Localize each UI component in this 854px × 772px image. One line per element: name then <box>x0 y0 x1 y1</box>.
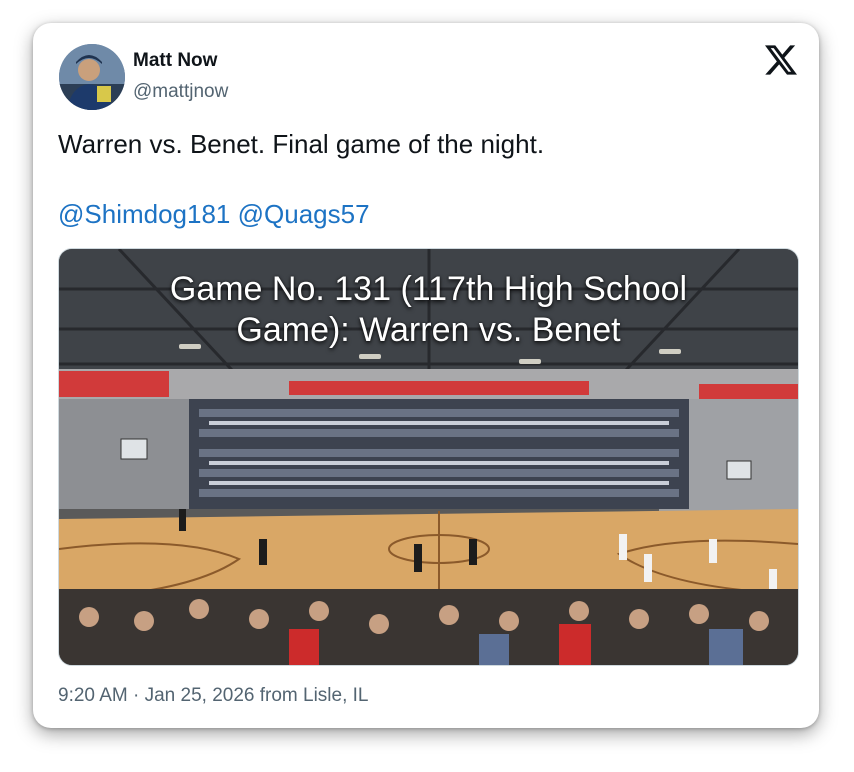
overlay-line-1: Game No. 131 (117th High School <box>169 270 688 308</box>
photo-overlay-title: Game No. 131 (117th High School Game): W… <box>59 269 798 351</box>
tweet-timestamp[interactable]: 9:20 AM · Jan 25, 2026 from Lisle, IL <box>58 685 369 707</box>
mention-link[interactable]: @Shimdog181 <box>58 199 230 229</box>
tweet-photo[interactable]: Game No. 131 (117th High School Game): W… <box>58 248 799 666</box>
tweet-mentions: @Shimdog181 @Quags57 <box>58 199 370 230</box>
overlay-line-2: Game): Warren vs. Benet <box>236 311 621 349</box>
avatar[interactable] <box>59 44 125 110</box>
x-logo-icon[interactable] <box>765 45 797 75</box>
tweet-card: Matt Now @mattjnow Warren vs. Benet. Fin… <box>33 23 819 728</box>
author-name[interactable]: Matt Now <box>133 50 217 72</box>
author-handle[interactable]: @mattjnow <box>133 81 228 103</box>
mention-link[interactable]: @Quags57 <box>238 199 370 229</box>
tweet-text: Warren vs. Benet. Final game of the nigh… <box>58 129 545 159</box>
